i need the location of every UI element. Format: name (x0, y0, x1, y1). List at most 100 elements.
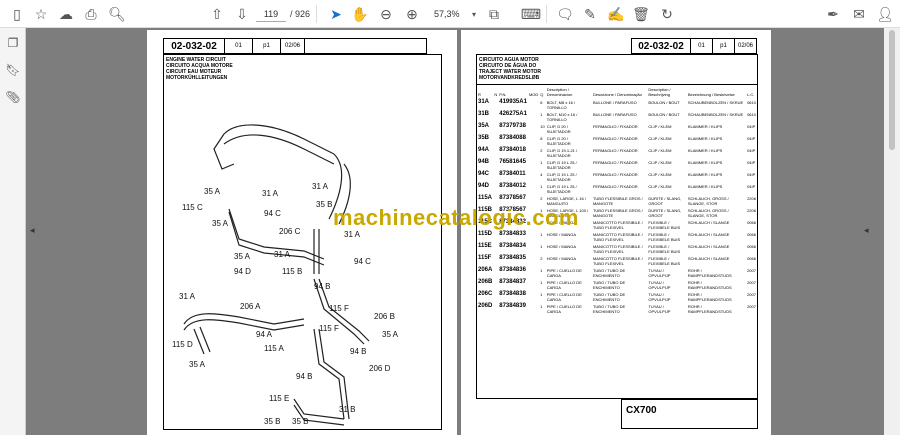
print-icon[interactable]: ⎙ (82, 5, 100, 23)
cell-d3: DURITE / SLANG, GROOT (648, 196, 682, 206)
fit-page-icon[interactable]: ⧉ (485, 5, 503, 23)
cell-pn: 87384833 (499, 231, 526, 237)
callout-label: 115 F (329, 304, 349, 313)
cell-ref: 31B (478, 111, 490, 117)
cell-lc: 04IP (747, 172, 756, 177)
hand-tool-icon[interactable]: ✋ (351, 5, 369, 23)
cell-d4: KLAMMER / KLIPS (687, 172, 723, 177)
zoom-out-icon[interactable]: ⊖ (377, 5, 395, 23)
expand-right-panel-icon[interactable]: ◂ (864, 225, 869, 236)
pages-icon[interactable]: ❐ (5, 36, 21, 52)
callout-label: 35 A (234, 252, 251, 261)
delete-icon[interactable]: 🗑 (632, 5, 650, 23)
bookmark-icon[interactable]: 🔖︎ (5, 63, 21, 79)
attachment-icon[interactable]: 📎︎ (5, 90, 21, 106)
hose (183, 313, 305, 325)
email-icon[interactable]: ✉ (850, 5, 868, 23)
account-icon[interactable]: 👤︎ (876, 5, 894, 23)
save-icon[interactable]: ▯ (8, 5, 26, 23)
callout-label: 206 D (369, 364, 391, 373)
vertical-scrollbar[interactable] (884, 28, 900, 435)
cell-empty (528, 243, 539, 255)
cell-d1: HOSE / MANGA (546, 256, 577, 261)
upload-cloud-icon[interactable]: ☁ (57, 5, 75, 23)
next-page-icon[interactable]: ⇩ (233, 5, 251, 23)
column-header: MOD (528, 92, 539, 97)
page-number-input[interactable] (256, 6, 286, 22)
select-cursor-icon[interactable]: ➤ (327, 5, 345, 23)
cell-lc: 0610 (747, 100, 756, 105)
cell-lc: 2007 (747, 292, 756, 297)
section-code: 02-032-02 (171, 40, 217, 52)
cell-d1: HOSE / MANGA (546, 232, 577, 237)
model-name: CX700 (626, 405, 657, 416)
table-row: 115E 87384834 1 HOSE / MANGA MANICOTTO FLESS… (477, 243, 757, 255)
callout-label: 31 A (274, 250, 291, 259)
search-icon[interactable]: 🔍︎ (108, 5, 126, 23)
fill-sign-icon[interactable]: ✒ (824, 5, 842, 23)
callout-label: 94 A (256, 330, 273, 339)
cell-ref: 206C (478, 291, 493, 297)
revision: 01 (690, 39, 712, 53)
callout-label: 35 A (204, 187, 221, 196)
cell-d4: SCHAUBENBOLZEN / SKRUE (687, 100, 744, 105)
model-box: CX700 (621, 399, 758, 429)
table-row: 35B 87384088 8 CLIP, D 20 / SUJETADOR FERMAG… (477, 135, 757, 147)
cell-empty (528, 291, 539, 303)
cell-d1: BOLT, M10 x 16 / TORNILLO (546, 112, 578, 122)
cell-d3: CLIP / KLEM (648, 160, 672, 165)
cell-d2: MANICOTTO FLESSIBILE / TUBO FLEXIVEL (592, 220, 643, 230)
cell-d3: DURITE / SLANG, GROOT (648, 208, 682, 218)
table-row: 94A 87384018 2 CLIP, D 19.1-21 / SUJETADOR F… (477, 147, 757, 159)
cell-pn: 87379738 (499, 123, 526, 129)
cell-d2: TUBO / TUBO DE ENCHIMENTO (592, 304, 626, 314)
rotate-icon[interactable]: ↻ (658, 5, 676, 23)
comment-icon[interactable]: 🗨 (556, 5, 574, 23)
cell-ref: 115F (478, 255, 492, 261)
pipe (223, 134, 335, 165)
cell-d2: FERMAGLIO / FIXADOR (592, 184, 638, 189)
cell-empty (528, 267, 539, 279)
cell-lc: 0066 (747, 232, 756, 237)
collapse-left-panel-icon[interactable]: ◂ (30, 225, 35, 236)
cell-empty (528, 99, 539, 111)
cell-lc: 2007 (747, 280, 756, 285)
cell-d3: TUYAU / OPVULPIJP (648, 268, 671, 278)
callout-label: 31 A (262, 189, 279, 198)
header-blank (304, 39, 426, 53)
prev-page-icon[interactable]: ⇧ (208, 5, 226, 23)
right-page: 02-032-02 01 p1 02/06 CIRCUITO AGUA MOTO… (461, 30, 771, 435)
cell-d3: CLIP / KLEM (648, 148, 672, 153)
cell-lc: 0066 (747, 256, 756, 261)
cell-ref: 115D (478, 231, 493, 237)
zoom-level-select[interactable]: 57,3% (434, 9, 460, 19)
cell-d1: CLIP, D 19 L 25 / SUJETADOR (546, 160, 577, 170)
cell-ref: 94D (478, 183, 490, 189)
pen-icon[interactable]: ✎ (581, 5, 599, 23)
cell-d1: PIPE / CUELLO DE CARGA (546, 268, 582, 278)
bookmark-star-icon[interactable]: ☆ (32, 5, 50, 23)
diagram-frame: ENGINE WATER CIRCUIT CIRCUITO ACQUA MOTO… (163, 54, 442, 430)
cell-d4: SCHLAUCH, GROSS / SLANGE, STOR (687, 208, 729, 218)
scrollbar-thumb[interactable] (889, 30, 895, 150)
sign-icon[interactable]: ✍ (607, 5, 625, 23)
scroll-mode-icon[interactable]: ⌨ (521, 5, 541, 23)
column-header: R (478, 92, 481, 97)
cell-d1: CLIP, D 19 L 25 / SUJETADOR (546, 184, 577, 194)
cell-ref: 206D (478, 303, 493, 309)
cell-d2: FERMAGLIO / FIXADOR (592, 124, 638, 129)
cell-d3: FLEXIBLE / FLEXIBELE BUIS (648, 220, 681, 230)
callout-label: 94 B (350, 347, 366, 356)
cell-ref: 35A (478, 123, 490, 129)
chevron-down-icon[interactable]: ▾ (465, 5, 483, 23)
toolbar: ▯ ☆ ☁ ⎙ 🔍︎ ⇧ ⇩ / 926 ➤ ✋ ⊖ ⊕ 57,3% ▾ ⧉ ⌨… (0, 0, 900, 28)
callout-label: 35 B (264, 417, 280, 426)
callout-label: 94 C (354, 257, 371, 266)
table-row: 115F 87384835 2 HOSE / MANGA MANICOTTO FLESS… (477, 255, 757, 267)
cell-d2: FERMAGLIO / FIXADOR (592, 160, 638, 165)
page-count: / 926 (290, 9, 311, 19)
cell-empty (528, 147, 539, 159)
cell-d4: ROHR / RAMPFLERANDSTUDS (687, 292, 732, 302)
zoom-in-icon[interactable]: ⊕ (403, 5, 421, 23)
cell-empty (528, 111, 539, 123)
